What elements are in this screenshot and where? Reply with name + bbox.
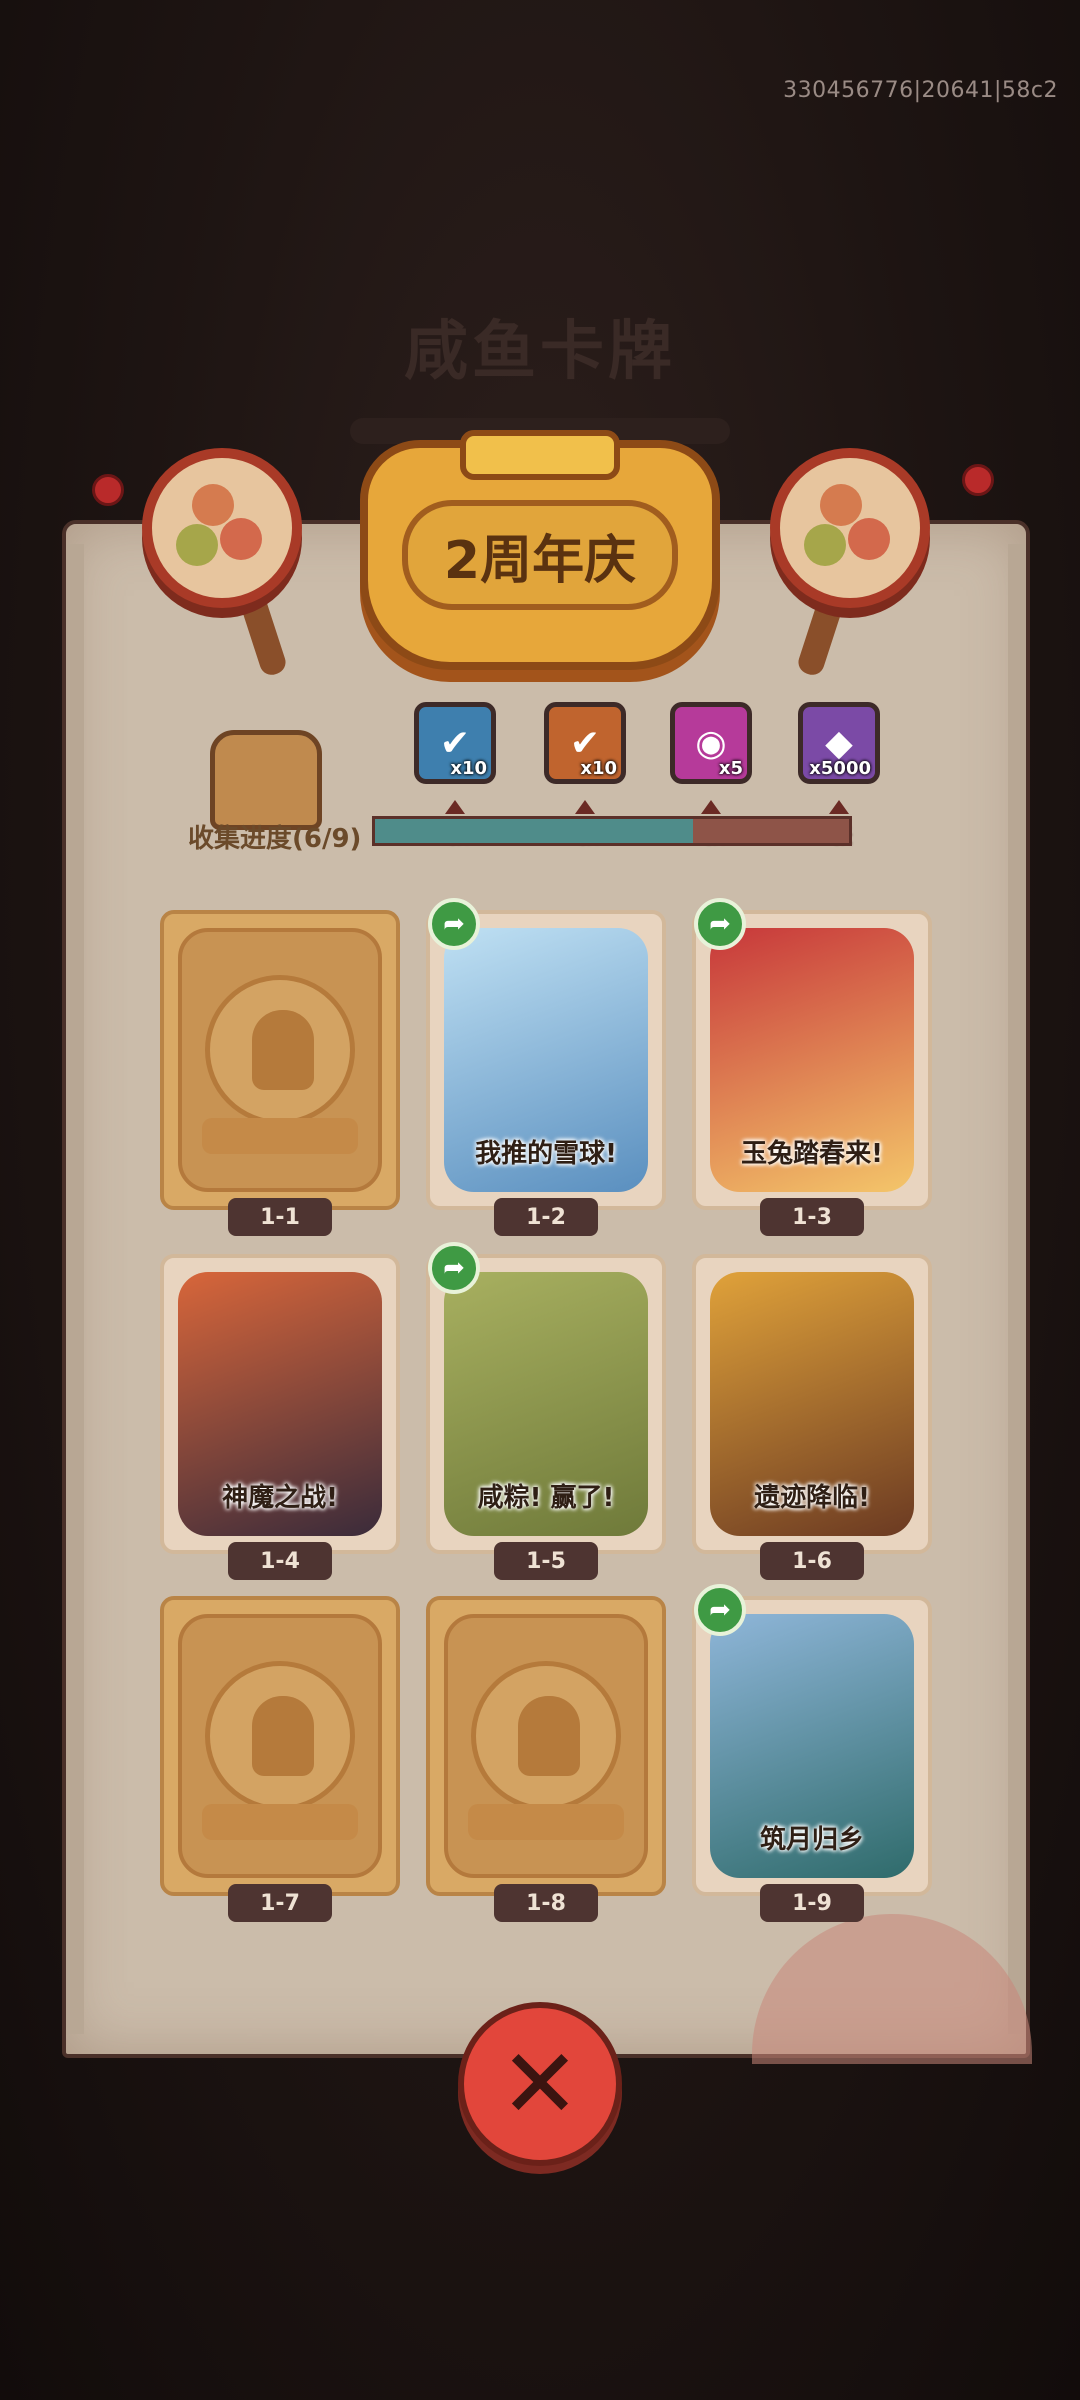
- seal-stamp: [752, 1914, 1032, 2064]
- close-x-icon: ✕: [499, 2028, 581, 2140]
- progress-fill: [375, 819, 693, 843]
- card-title: 遗迹降临!: [754, 1483, 870, 1513]
- reward-check-ticket-icon[interactable]: ✔ x10: [414, 702, 496, 784]
- drum-left-icon: [142, 448, 302, 608]
- build-id-label: 330456776|20641|58c2: [783, 78, 1058, 103]
- card-number-label: 1-6: [760, 1542, 864, 1580]
- reward-quantity: x10: [450, 758, 487, 779]
- card-1-3[interactable]: 玉兔踏春来!: [692, 910, 932, 1210]
- panel-edge-left: [66, 544, 84, 2034]
- reward-quantity: x5: [718, 758, 743, 779]
- locked-fish-emblem-icon: [471, 1660, 621, 1811]
- card-1-9[interactable]: 筑月归乡: [692, 1596, 932, 1896]
- card-art: 神魔之战!: [178, 1272, 382, 1536]
- reward-quantity: x5000: [809, 758, 871, 779]
- locked-fish-emblem-icon: [205, 974, 355, 1125]
- card-art: 遗迹降临!: [710, 1272, 914, 1536]
- card-number-label: 1-9: [760, 1884, 864, 1922]
- locked-ribbon: [202, 1804, 358, 1840]
- progress-track: [372, 816, 852, 846]
- locked-card-art: [178, 1614, 382, 1878]
- card-number-label: 1-2: [494, 1198, 598, 1236]
- locked-ribbon: [202, 1118, 358, 1154]
- locked-ribbon: [468, 1804, 624, 1840]
- card-1-7[interactable]: [160, 1596, 400, 1896]
- card-title: 筑月归乡: [759, 1825, 864, 1855]
- card-1-4[interactable]: 神魔之战!: [160, 1254, 400, 1554]
- milestone-marker: [445, 800, 465, 814]
- milestone-marker: [701, 800, 721, 814]
- card-title: 我推的雪球!: [475, 1139, 617, 1169]
- card-title: 神魔之战!: [222, 1483, 338, 1513]
- reward-quantity: x10: [580, 758, 617, 779]
- card-1-1[interactable]: [160, 910, 400, 1210]
- card-title: 玉兔踏春来!: [741, 1139, 883, 1169]
- card-number-label: 1-3: [760, 1198, 864, 1236]
- milestone-marker: [829, 800, 849, 814]
- share-arrow-icon[interactable]: ➦: [428, 1242, 480, 1294]
- collection-book-icon: [210, 730, 322, 830]
- reward-crystal-icon[interactable]: ◆ x5000: [798, 702, 880, 784]
- reward-check-key-icon[interactable]: ✔ x10: [544, 702, 626, 784]
- card-art: 我推的雪球!: [444, 928, 648, 1192]
- locked-fish-emblem-icon: [205, 1660, 355, 1811]
- collection-progress-label: 收集进度(6/9): [188, 824, 362, 854]
- milestone-marker: [575, 800, 595, 814]
- card-1-8[interactable]: [426, 1596, 666, 1896]
- drum-right-icon: [770, 448, 930, 608]
- card-title: 咸粽! 赢了!: [477, 1483, 615, 1513]
- share-arrow-icon[interactable]: ➦: [694, 898, 746, 950]
- card-art: 玉兔踏春来!: [710, 928, 914, 1192]
- banner-title: 2周年庆: [402, 500, 678, 610]
- reward-portal-orb-icon[interactable]: ◉ x5: [670, 702, 752, 784]
- card-art: 咸粽! 赢了!: [444, 1272, 648, 1536]
- locked-card-art: [178, 928, 382, 1192]
- locked-card-art: [444, 1614, 648, 1878]
- banner-handle: [460, 430, 620, 480]
- rope-ball-right: [962, 464, 994, 496]
- card-number-label: 1-5: [494, 1542, 598, 1580]
- card-number-label: 1-8: [494, 1884, 598, 1922]
- panel-edge-right: [1008, 544, 1026, 2034]
- share-arrow-icon[interactable]: ➦: [694, 1584, 746, 1636]
- close-button[interactable]: ✕: [458, 2002, 622, 2166]
- card-number-label: 1-7: [228, 1884, 332, 1922]
- rope-ball-left: [92, 474, 124, 506]
- card-1-6[interactable]: 遗迹降临!: [692, 1254, 932, 1554]
- card-number-label: 1-1: [228, 1198, 332, 1236]
- share-arrow-icon[interactable]: ➦: [428, 898, 480, 950]
- background-title: 咸鱼卡牌: [404, 315, 676, 389]
- card-1-5[interactable]: 咸粽! 赢了!: [426, 1254, 666, 1554]
- card-number-label: 1-4: [228, 1542, 332, 1580]
- card-1-2[interactable]: 我推的雪球!: [426, 910, 666, 1210]
- card-art: 筑月归乡: [710, 1614, 914, 1878]
